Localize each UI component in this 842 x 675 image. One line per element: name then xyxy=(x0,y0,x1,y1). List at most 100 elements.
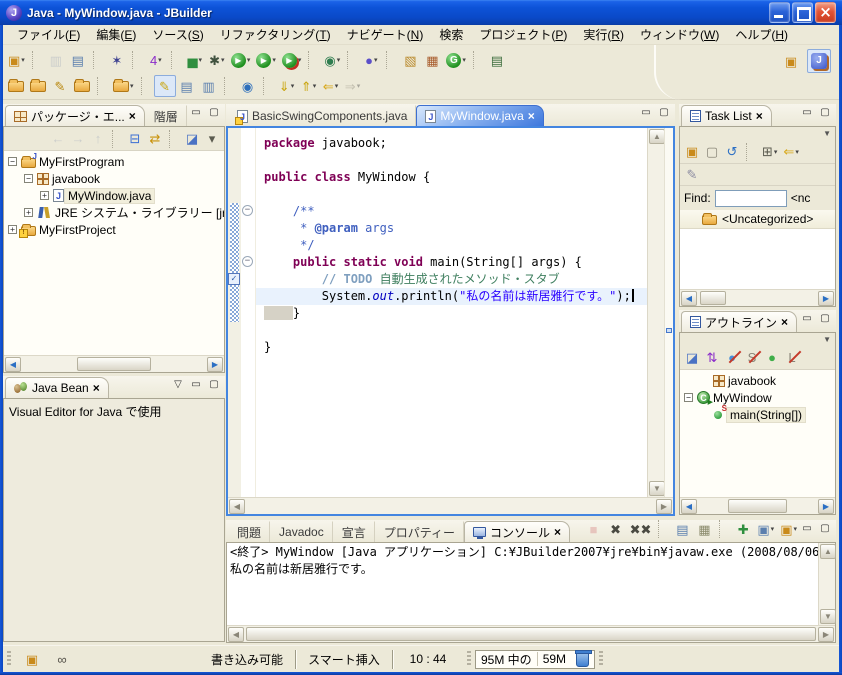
outline-item-main[interactable]: +main(String[]) xyxy=(680,406,835,423)
last-edit-location-button[interactable]: ⇓▾ xyxy=(276,75,298,97)
menu-item[interactable]: ファイル(F) xyxy=(9,24,88,45)
new-ejb-button[interactable]: ▦ xyxy=(421,49,443,71)
tab-basicswingcomponents[interactable]: BasicSwingComponents.java xyxy=(228,105,416,126)
tree-item-mywindow-java[interactable]: +MyWindow.java xyxy=(4,187,224,204)
hide-fields-icon[interactable]: ● xyxy=(722,348,742,368)
new-category-icon[interactable]: ▢ xyxy=(702,142,722,162)
garbage-collect-button[interactable] xyxy=(576,652,589,667)
fast-view-button[interactable]: ▣ xyxy=(21,648,43,670)
task-category-row[interactable]: <Uncategorized> xyxy=(680,210,835,229)
maximize-view-icon[interactable]: ▢ xyxy=(818,313,832,325)
task-list-shortcut-button[interactable]: ▤ xyxy=(486,49,508,71)
menu-item[interactable]: プロジェクト(P) xyxy=(471,24,575,45)
forward-icon[interactable]: → xyxy=(68,129,88,149)
show-in-button[interactable]: ▾ xyxy=(110,75,137,97)
overview-ruler[interactable] xyxy=(664,128,673,497)
scroll-right-button[interactable]: ▶ xyxy=(207,357,223,372)
menu-item[interactable]: 編集(E) xyxy=(88,24,144,45)
close-icon[interactable]: × xyxy=(756,110,763,122)
view-menu-icon[interactable]: ▽ xyxy=(171,379,185,391)
scroll-down-button[interactable]: ▼ xyxy=(649,481,665,496)
filters-icon[interactable]: ◪ xyxy=(182,129,202,149)
scroll-down-button[interactable]: ▼ xyxy=(820,609,836,624)
tab-javadoc[interactable]: Javadoc xyxy=(270,521,333,542)
expand-toggle[interactable]: + xyxy=(40,191,49,200)
browser-sphere-button[interactable]: ●▾ xyxy=(360,49,382,71)
scrollbar-thumb[interactable] xyxy=(77,357,151,371)
back-icon[interactable]: ← xyxy=(48,129,68,149)
remove-all-terminated-icon[interactable]: ✖✖ xyxy=(627,518,655,540)
new-task-icon[interactable]: ▣ xyxy=(682,142,702,162)
menu-item[interactable]: 検索 xyxy=(431,24,471,45)
new-wizard-button[interactable]: ▣▾ xyxy=(5,49,28,71)
glasses-button[interactable]: ∞ xyxy=(51,648,73,670)
show-source-button[interactable]: ▤ xyxy=(176,75,198,97)
task-presentation-icon[interactable]: ⊞▾ xyxy=(759,142,780,162)
menu-item[interactable]: ソース(S) xyxy=(144,24,211,45)
close-icon[interactable]: × xyxy=(781,316,788,328)
console-vertical-scrollbar[interactable]: ▲ ▼ xyxy=(818,543,835,625)
view-menu-icon[interactable]: ▾ xyxy=(202,129,222,149)
tab-declaration[interactable]: 宣言 xyxy=(333,521,375,542)
pin-console-icon[interactable]: ✚ xyxy=(732,518,754,540)
minimize-view-icon[interactable]: ▭ xyxy=(800,313,814,325)
tab-properties[interactable]: プロパティー xyxy=(375,521,464,542)
fold-collapse-icon[interactable]: − xyxy=(242,205,253,216)
terminate-icon[interactable]: ■ xyxy=(583,518,605,540)
sort-icon[interactable]: ⇅ xyxy=(702,348,722,368)
focus-on-workweek-icon[interactable]: ✎ xyxy=(682,165,702,185)
tree-item-myfirstproject[interactable]: +MyFirstProject xyxy=(4,221,224,238)
minimize-view-icon[interactable]: ▭ xyxy=(800,523,814,535)
scrollbar-thumb[interactable] xyxy=(246,627,816,641)
tab-package-explorer[interactable]: パッケージ・エ...× xyxy=(5,105,145,126)
tree-item-javabook[interactable]: −javabook xyxy=(4,170,224,187)
collapse-toggle[interactable]: − xyxy=(24,174,33,183)
scroll-left-button[interactable]: ◀ xyxy=(681,291,697,306)
tree-item-myfirstprogram[interactable]: −MyFirstProgram xyxy=(4,153,224,170)
remove-launch-icon[interactable]: ✖ xyxy=(605,518,627,540)
view-menu-icon[interactable]: ▼ xyxy=(823,129,831,138)
profile-button[interactable]: ▅▾ xyxy=(184,49,206,71)
menu-item[interactable]: ヘルプ(H) xyxy=(727,24,796,45)
occurrence-marker[interactable] xyxy=(666,328,672,333)
copy-view-button[interactable]: ▥ xyxy=(198,75,220,97)
maximize-view-icon[interactable]: ▢ xyxy=(207,107,221,119)
close-icon[interactable]: × xyxy=(93,382,100,394)
wizard-gallery-button[interactable]: ✶ xyxy=(106,49,128,71)
folding-ruler[interactable]: −− xyxy=(241,128,256,497)
uml-button[interactable]: 4▾ xyxy=(145,49,167,71)
annotation-ruler[interactable]: ✓ xyxy=(228,128,241,497)
collapse-toggle[interactable]: − xyxy=(684,393,693,402)
maximize-view-icon[interactable]: ▢ xyxy=(818,107,832,119)
maximize-view-icon[interactable]: ▢ xyxy=(818,523,832,535)
display-selected-console-icon[interactable]: ▣▾ xyxy=(754,518,777,540)
outline-item-javabook[interactable]: +javabook xyxy=(680,372,835,389)
console-horizontal-scrollbar[interactable]: ◀ ▶ xyxy=(227,625,835,642)
print-button[interactable]: ▤ xyxy=(67,49,89,71)
scroll-left-button[interactable]: ◀ xyxy=(228,627,244,642)
scrollbar-track[interactable] xyxy=(22,356,206,372)
minimize-view-icon[interactable]: ▭ xyxy=(639,107,653,119)
tree-item-jre-library[interactable]: +JRE システム・ライブラリー [jre xyxy=(4,204,224,221)
scroll-left-button[interactable]: ◀ xyxy=(681,499,697,514)
close-icon[interactable]: × xyxy=(129,110,136,122)
tab-outline[interactable]: アウトライン × xyxy=(681,311,797,332)
scrollbar-track[interactable] xyxy=(648,145,664,480)
expand-toggle[interactable]: + xyxy=(8,225,17,234)
code-area[interactable]: package javabook;public class MyWindow {… xyxy=(256,128,647,497)
task-marker-icon[interactable]: ✓ xyxy=(228,273,240,285)
package-explorer-horizontal-scrollbar[interactable]: ◀ ▶ xyxy=(4,355,224,372)
hide-local-types-icon[interactable]: L xyxy=(782,348,802,368)
new-web-component-button[interactable]: ▧ xyxy=(399,49,421,71)
open-console-icon[interactable]: ▣▾ xyxy=(777,518,800,540)
tab-console[interactable]: コンソール× xyxy=(464,521,570,542)
forward-button[interactable]: ⇒▾ xyxy=(342,75,364,97)
view-menu-icon[interactable]: ▼ xyxy=(823,335,831,344)
format-button[interactable]: ✎ xyxy=(49,75,71,97)
maximize-view-icon[interactable]: ▢ xyxy=(657,107,671,119)
scroll-left-button[interactable]: ◀ xyxy=(5,357,21,372)
go-into-button[interactable]: ⇑▾ xyxy=(298,75,320,97)
menu-item[interactable]: ナビゲート(N) xyxy=(339,24,432,45)
scrollbar-thumb[interactable] xyxy=(700,291,726,305)
tab-mywindow[interactable]: MyWindow.java× xyxy=(416,105,543,126)
